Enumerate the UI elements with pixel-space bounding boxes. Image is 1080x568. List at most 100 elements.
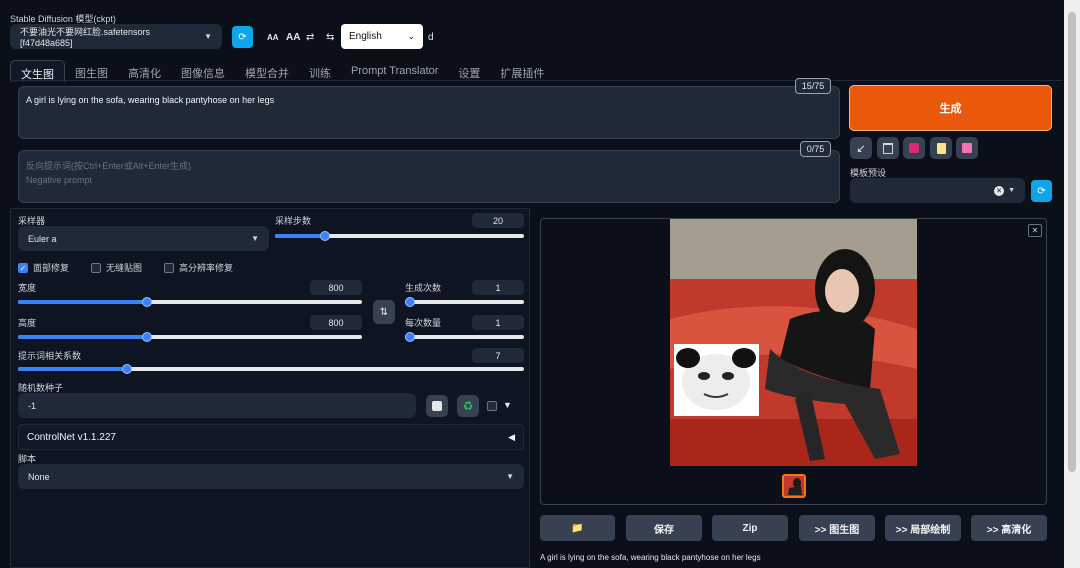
tab-upscale[interactable]: 高清化 — [118, 60, 171, 82]
open-folder-button[interactable]: 📁 — [540, 515, 615, 541]
steps-input[interactable]: 20 — [472, 213, 524, 228]
extra-networks-button[interactable] — [903, 137, 925, 159]
width-label: 宽度 — [18, 283, 37, 293]
controlnet-label: ControlNet v1.1.227 — [27, 431, 116, 443]
font-large-button[interactable]: AA — [286, 32, 300, 43]
chevron-down-icon: ▼ — [506, 472, 514, 481]
panda-meme-sticker — [674, 344, 759, 416]
generate-button[interactable]: 生成 — [849, 85, 1052, 131]
send-to-inpaint-button[interactable]: >> 局部绘制 — [885, 515, 961, 541]
save-style-button[interactable] — [956, 137, 978, 159]
triangle-down-icon[interactable]: ▼ — [503, 400, 512, 410]
chevron-down-icon: ▼ — [204, 32, 212, 41]
save-button[interactable]: 保存 — [626, 515, 702, 541]
folder-icon: 📁 — [571, 522, 584, 534]
main-tabs: 文生图 图生图 高清化 图像信息 模型合并 训练 Prompt Translat… — [10, 60, 554, 82]
tiling-checkbox[interactable]: 无缝贴图 — [91, 261, 142, 274]
template-select[interactable]: ✕ ▼ — [850, 178, 1025, 203]
chevron-down-icon: ▼ — [251, 234, 259, 243]
cfg-slider[interactable] — [18, 364, 524, 374]
steps-slider[interactable] — [275, 231, 524, 241]
height-slider[interactable] — [18, 332, 362, 342]
seed-value: -1 — [28, 400, 37, 411]
negative-prompt-input[interactable]: 反向提示词(按Ctrl+Enter或Alt+Enter生成) Negative … — [18, 150, 840, 203]
zip-button[interactable]: Zip — [712, 515, 788, 541]
language-select[interactable]: English ⌄ — [341, 24, 423, 49]
batch-size-slider[interactable] — [405, 332, 524, 342]
translate-icon[interactable]: ⇆ — [326, 32, 334, 43]
slider-knob[interactable] — [122, 364, 132, 374]
scrollbar-thumb[interactable] — [1068, 12, 1076, 472]
width-slider[interactable] — [18, 297, 362, 307]
slider-knob[interactable] — [142, 332, 152, 342]
image-thumbnail[interactable] — [782, 474, 806, 498]
dice-icon — [432, 401, 442, 411]
slider-knob[interactable] — [405, 332, 415, 342]
tab-divider — [10, 80, 1062, 81]
width-input[interactable]: 800 — [310, 280, 362, 295]
sampler-value: Euler a — [28, 233, 57, 244]
tab-train[interactable]: 训练 — [299, 60, 341, 82]
close-icon[interactable]: ✕ — [1028, 224, 1042, 237]
prompt-text: A girl is lying on the sofa, wearing bla… — [26, 95, 275, 105]
batch-size-input[interactable]: 1 — [472, 315, 524, 330]
send-to-img2img-button[interactable]: >> 图生图 — [799, 515, 875, 541]
tab-model-merge[interactable]: 模型合并 — [235, 60, 299, 82]
output-caption: A girl is lying on the sofa, wearing bla… — [540, 553, 761, 562]
send-to-extras-button[interactable]: >> 高清化 — [971, 515, 1047, 541]
tab-prompt-translator[interactable]: Prompt Translator — [341, 60, 448, 82]
seed-input[interactable]: -1 — [18, 393, 416, 418]
checkbox-box — [91, 262, 101, 273]
script-select[interactable]: None ▼ — [18, 464, 524, 489]
refresh-template-button[interactable]: ⟳ — [1031, 180, 1052, 202]
slider-knob[interactable] — [320, 231, 330, 241]
negative-token-counter: 0/75 — [800, 141, 831, 157]
tiling-label: 无缝贴图 — [106, 263, 143, 273]
random-seed-button[interactable] — [426, 395, 448, 417]
trash-icon — [883, 142, 893, 154]
checkbox-box — [487, 401, 497, 411]
generated-image-art — [670, 219, 917, 466]
tab-image-info[interactable]: 图像信息 — [171, 60, 235, 82]
font-small-button[interactable]: AA — [267, 33, 279, 42]
tab-extensions[interactable]: 扩展插件 — [490, 60, 554, 82]
controlnet-accordion[interactable]: ControlNet v1.1.227 ◀ — [18, 424, 524, 450]
refresh-icon: ⟳ — [238, 31, 247, 43]
batch-size-label: 每次数量 — [405, 318, 442, 328]
tab-txt2img[interactable]: 文生图 — [10, 60, 65, 82]
slider-knob[interactable] — [142, 297, 152, 307]
floppy-icon — [962, 143, 972, 153]
tab-img2img[interactable]: 图生图 — [65, 60, 118, 82]
page-scrollbar[interactable] — [1064, 0, 1080, 568]
hires-checkbox[interactable]: 高分辨率修复 — [164, 261, 233, 274]
clear-prompt-button[interactable] — [877, 137, 899, 159]
batch-count-input[interactable]: 1 — [472, 280, 524, 295]
generated-image[interactable] — [670, 219, 917, 466]
prompt-token-counter: 15/75 — [795, 78, 831, 94]
cfg-input[interactable]: 7 — [472, 348, 524, 363]
swap-icon[interactable]: ⇄ — [306, 32, 314, 43]
refresh-icon: ⟳ — [1037, 185, 1046, 197]
refresh-model-button[interactable]: ⟳ — [232, 26, 253, 48]
recycle-icon: ♻ — [462, 399, 474, 413]
swap-vertical-icon: ⇅ — [379, 306, 389, 318]
batch-count-slider[interactable] — [405, 297, 524, 307]
thumbnail-art — [784, 476, 804, 496]
header-suffix: d — [428, 32, 434, 43]
prompt-input[interactable]: A girl is lying on the sofa, wearing bla… — [18, 86, 840, 139]
swap-dimensions-button[interactable]: ⇅ — [373, 300, 395, 324]
tab-settings[interactable]: 设置 — [448, 60, 490, 82]
height-input[interactable]: 800 — [310, 315, 362, 330]
collapse-arrow-icon[interactable]: ◀ — [508, 432, 515, 443]
model-select[interactable]: 不要油光不要网红脸.safetensors [f47d48a685] ▼ — [10, 24, 222, 49]
face-restore-checkbox[interactable]: ✓ 面部修复 — [18, 261, 69, 274]
apply-style-button[interactable] — [930, 137, 952, 159]
clipboard-icon — [936, 142, 946, 154]
read-params-button[interactable]: ↙ — [850, 137, 872, 159]
sampler-select[interactable]: Euler a ▼ — [18, 226, 269, 251]
reuse-seed-button[interactable]: ♻ — [457, 395, 479, 417]
slider-knob[interactable] — [405, 297, 415, 307]
clear-icon[interactable]: ✕ — [994, 185, 1005, 196]
arrow-icon: ↙ — [856, 142, 866, 155]
extra-seed-checkbox[interactable] — [487, 401, 497, 414]
